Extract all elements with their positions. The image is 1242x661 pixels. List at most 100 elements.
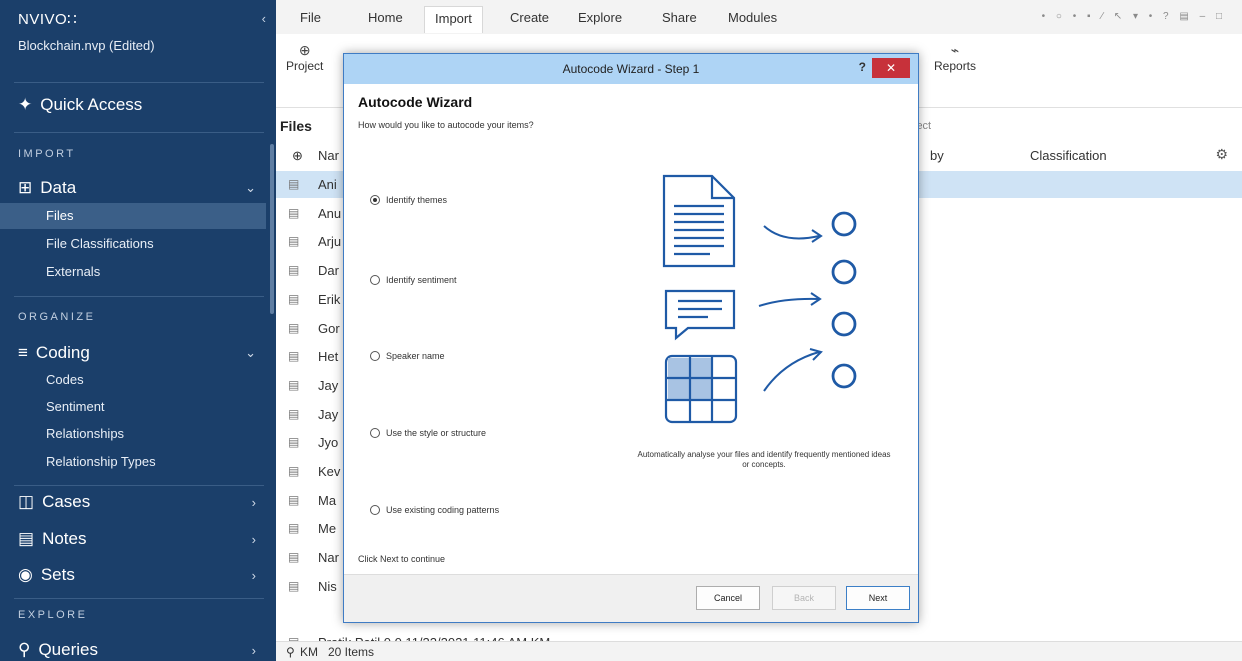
option-description: Automatically analyse your files and ide… (637, 450, 891, 469)
group-label: Cases (42, 492, 91, 511)
file-icon: ▤ (288, 521, 300, 536)
tab-share[interactable]: Share (662, 10, 697, 25)
file-name: Arju (318, 234, 342, 250)
tab-modules[interactable]: Modules (728, 10, 777, 25)
sidebar-group-queries[interactable]: ⚲ Queries › (18, 640, 266, 660)
status-item-count: 20 Items (328, 645, 375, 659)
sidebar-group-notes[interactable]: ▤ Notes › (18, 529, 266, 549)
sidebar-item-externals[interactable]: Externals (0, 259, 266, 285)
radio-icon[interactable] (370, 428, 380, 438)
list-icon: ≡ (18, 343, 28, 362)
option-radio-0[interactable]: Identify themes (370, 195, 447, 205)
sidebar-item-codes[interactable]: Codes (0, 367, 266, 393)
option-radio-4[interactable]: Use existing coding patterns (370, 505, 499, 515)
sidebar-item-sentiment[interactable]: Sentiment (0, 394, 266, 420)
file-icon: ▤ (288, 320, 300, 335)
group-label: Coding (35, 343, 90, 362)
status-user: KM (300, 645, 318, 659)
reports-button[interactable]: ⌁ Reports (934, 42, 976, 73)
option-radio-3[interactable]: Use the style or structure (370, 428, 486, 438)
add-column-icon[interactable]: ⊕ (292, 148, 303, 164)
file-name: Jay (318, 406, 339, 422)
chevron-right-icon: › (251, 531, 256, 547)
cancel-button[interactable]: Cancel (696, 586, 760, 610)
wizard-heading: Autocode Wizard (358, 94, 473, 110)
divider (14, 132, 264, 133)
file-name: Jay (318, 377, 339, 393)
group-label: Sets (40, 565, 75, 584)
wizard-question: How would you like to autocode your item… (358, 120, 534, 130)
search-icon: ⚲ (18, 640, 31, 659)
divider (14, 485, 264, 486)
help-button[interactable]: ? (859, 60, 866, 74)
arrow-icons (758, 225, 823, 392)
dialog-footer: Cancel Back Next (344, 574, 918, 622)
divider (14, 296, 264, 297)
file-icon: ▤ (288, 377, 300, 392)
option-radio-2[interactable]: Speaker name (370, 351, 445, 361)
file-name: Het (318, 349, 339, 365)
sidebar-group-data[interactable]: ⊞ Data ⌄ (18, 178, 266, 198)
palette-icon[interactable]: ⚙ (1215, 146, 1228, 163)
chevron-down-icon: ⌄ (245, 345, 256, 360)
table-icon: ⊞ (18, 178, 33, 197)
file-icon: ▤ (288, 177, 300, 191)
column-header-name[interactable]: Nar (318, 148, 339, 163)
tab-create[interactable]: Create (510, 10, 549, 25)
dialog-title: Autocode Wizard - Step 1 (562, 62, 700, 76)
file-icon: ▤ (288, 578, 300, 593)
option-label: Use existing coding patterns (386, 505, 500, 515)
next-button[interactable]: Next (846, 586, 910, 610)
tab-explore[interactable]: Explore (578, 10, 622, 25)
close-button[interactable]: ✕ (872, 58, 910, 78)
file-icon: ▤ (288, 492, 300, 507)
sidebar-group-cases[interactable]: ◫ Cases › (18, 492, 266, 512)
back-button[interactable]: Back (772, 586, 836, 610)
file-icon: ▤ (288, 435, 300, 450)
pin-icon: ✦ (18, 95, 33, 114)
file-name: Ani (318, 177, 337, 192)
sets-icon: ◉ (18, 565, 33, 584)
tab-file[interactable]: File (300, 10, 321, 25)
tab-import[interactable]: Import (424, 6, 483, 33)
sidebar-group-coding[interactable]: ≡ Coding ⌄ (18, 343, 266, 363)
file-name: Gor (318, 320, 340, 336)
autocode-illustration (662, 174, 857, 424)
file-name: Jyo (318, 435, 339, 451)
option-label: Use the style or structure (386, 428, 487, 438)
option-label: Identify themes (386, 195, 448, 205)
radio-icon[interactable] (370, 351, 380, 361)
divider (14, 82, 264, 83)
sidebar-item-files[interactable]: Files (0, 203, 266, 229)
quick-access-button[interactable]: ✦ Quick Access (18, 95, 142, 115)
sidebar-item-file-classifications[interactable]: File Classifications (0, 231, 266, 257)
navigation-sidebar: NVIVO∷ ‹ Blockchain.nvp (Edited) ✦ Quick… (0, 0, 276, 661)
column-header-classification[interactable]: Classification (1030, 148, 1107, 163)
option-radio-1[interactable]: Identify sentiment (370, 275, 457, 285)
chevron-down-icon: ⌄ (245, 180, 256, 195)
radio-icon[interactable] (370, 275, 380, 285)
radio-icon[interactable] (370, 505, 380, 515)
section-organize: ORGANIZE (18, 311, 96, 323)
sidebar-group-sets[interactable]: ◉ Sets › (18, 565, 266, 585)
tab-home[interactable]: Home (368, 10, 403, 25)
column-header-created-by[interactable]: by (930, 148, 944, 163)
sidebar-header: NVIVO∷ ‹ Blockchain.nvp (Edited) (0, 0, 276, 82)
collapse-sidebar-button[interactable]: ‹ (262, 11, 266, 26)
quick-toolbar-icons[interactable]: • ○ • ▪ ∕ ↖ ▾ • ? ▤ – □ (1042, 11, 1226, 22)
file-name: Kev (318, 464, 341, 479)
user-icon: ⚲ (286, 645, 295, 659)
sidebar-item-relationships[interactable]: Relationships (0, 421, 266, 447)
chevron-right-icon: › (251, 642, 256, 658)
file-icon: ▤ (288, 349, 300, 364)
node-circles-icon (831, 211, 857, 389)
sidebar-scrollbar[interactable] (270, 144, 274, 314)
file-name: Me (318, 521, 337, 537)
project-button[interactable]: ⊕ Project (286, 42, 323, 73)
radio-icon[interactable] (370, 195, 380, 205)
sidebar-item-relationship-types[interactable]: Relationship Types (0, 449, 266, 475)
option-label: Speaker name (386, 351, 445, 361)
status-bar: ⚲ KM 20 Items (276, 641, 1242, 661)
file-icon: ▤ (288, 263, 300, 278)
group-label: Data (40, 178, 77, 197)
